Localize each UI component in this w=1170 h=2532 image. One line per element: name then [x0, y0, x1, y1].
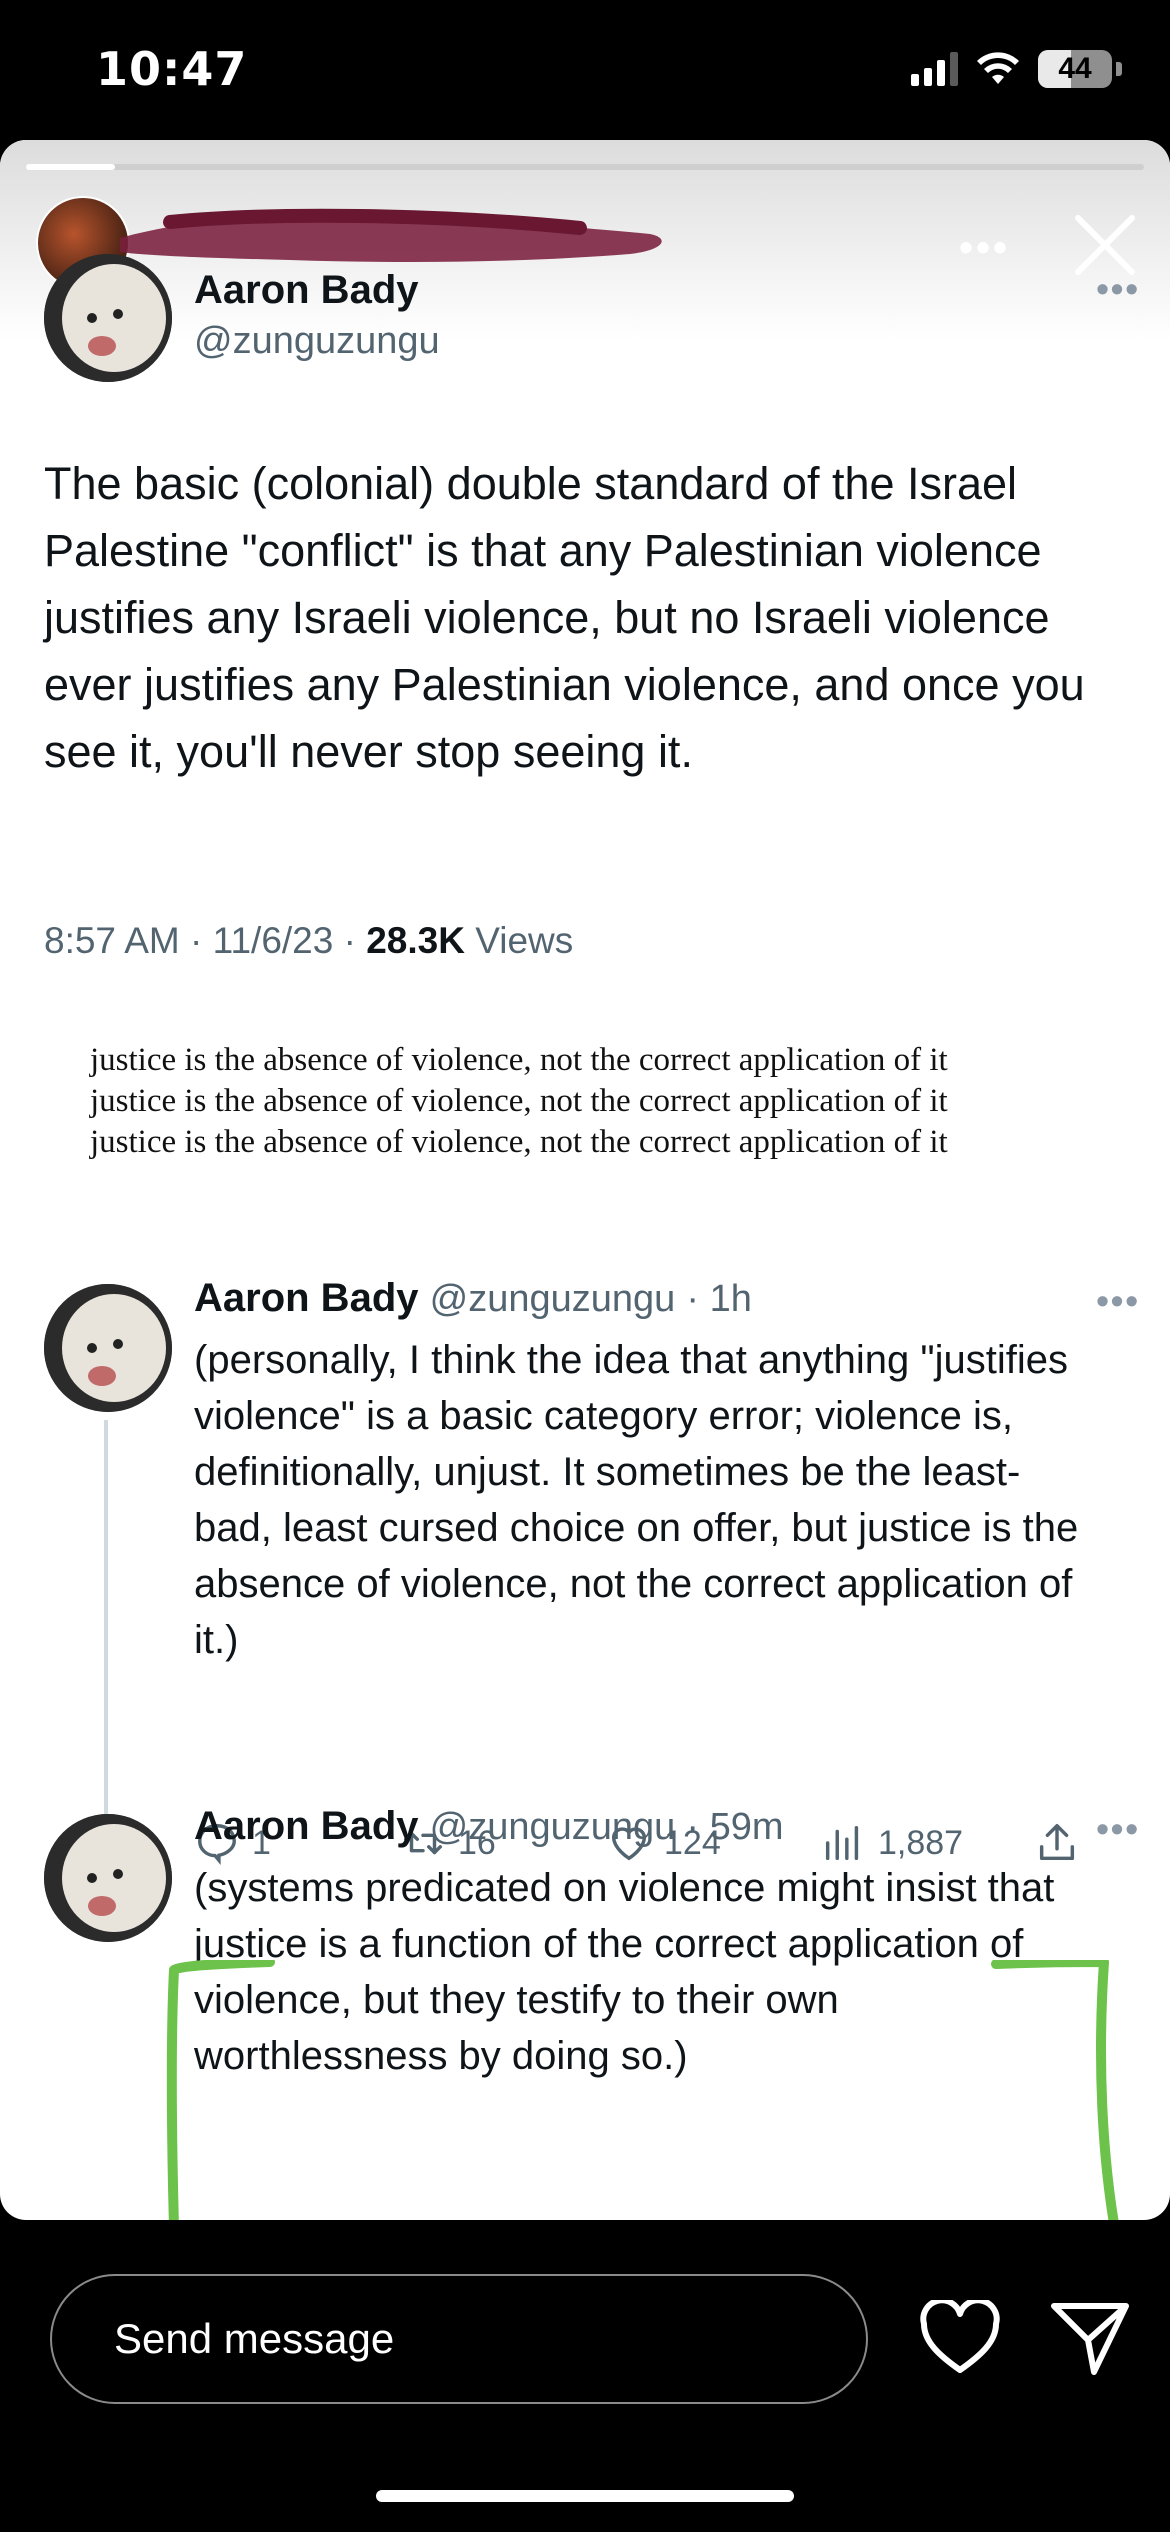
author-avatar[interactable] [44, 254, 172, 382]
reply-more-icon[interactable]: ••• [1096, 1280, 1140, 1322]
green-bracket-annotation [166, 1960, 1119, 2220]
story-progress-bar [26, 164, 1144, 170]
quote-line: justice is the absence of violence, not … [90, 1042, 948, 1078]
story-more-button[interactable]: ••• [959, 226, 1010, 271]
story-progress-fill [26, 164, 116, 170]
reply-author-avatar[interactable] [44, 1284, 172, 1412]
tweet-views-label: Views [464, 920, 574, 961]
quote-line: justice is the absence of violence, not … [90, 1124, 948, 1160]
tweet-meta: 8:57 AM · 11/6/23 · 28.3K Views [44, 920, 573, 962]
send-icon[interactable] [1050, 2300, 1130, 2376]
reply-author-name[interactable]: Aaron Bady [194, 1804, 419, 1848]
reply-text: (personally, I think the idea that anyth… [194, 1338, 1079, 1662]
reply-views-count: 1,887 [878, 1823, 964, 1862]
reply-author-name[interactable]: Aaron Bady [194, 1276, 419, 1320]
author-name[interactable]: Aaron Bady [194, 268, 419, 313]
reply-author-avatar[interactable] [44, 1814, 172, 1942]
send-message-input[interactable]: Send message [50, 2274, 868, 2404]
redaction-scribble [120, 208, 662, 262]
tweet-views-count: 28.3K [366, 920, 465, 961]
reply-age: · 59m [686, 1806, 784, 1848]
tweet-text: The basic (colonial) double standard of … [44, 458, 1085, 777]
tweet-timestamp[interactable]: 8:57 AM · 11/6/23 · [44, 920, 366, 961]
send-message-placeholder: Send message [114, 2315, 395, 2362]
reply-author-handle[interactable]: @zunguzungu [430, 1278, 676, 1320]
battery-tip [1116, 62, 1122, 76]
battery-icon: 44 [1038, 50, 1112, 88]
reply-more-icon[interactable]: ••• [1096, 1808, 1140, 1850]
home-indicator[interactable] [376, 2490, 794, 2502]
status-time: 10:47 [96, 42, 248, 96]
cellular-signal-icon [911, 52, 958, 86]
quote-line: justice is the absence of violence, not … [90, 1083, 948, 1119]
battery-level: 44 [1058, 52, 1092, 85]
author-handle[interactable]: @zunguzungu [194, 320, 440, 363]
reply-header: Aaron Bady @zunguzungu · 59m [194, 1804, 784, 1849]
status-icons: 44 [911, 50, 1122, 88]
quote-text: justice is the absence of violence, not … [90, 1040, 1090, 1163]
wifi-icon [977, 52, 1019, 84]
story-card[interactable]: ••• Aaron Bady @zunguzungu ••• The basic… [0, 140, 1170, 2220]
reply-header: Aaron Bady @zunguzungu · 1h [194, 1276, 752, 1321]
tweet-more-icon[interactable]: ••• [1096, 268, 1140, 310]
heart-icon[interactable] [920, 2300, 1000, 2376]
reply-author-handle[interactable]: @zunguzungu [430, 1806, 676, 1848]
reply-age: · 1h [686, 1278, 752, 1320]
